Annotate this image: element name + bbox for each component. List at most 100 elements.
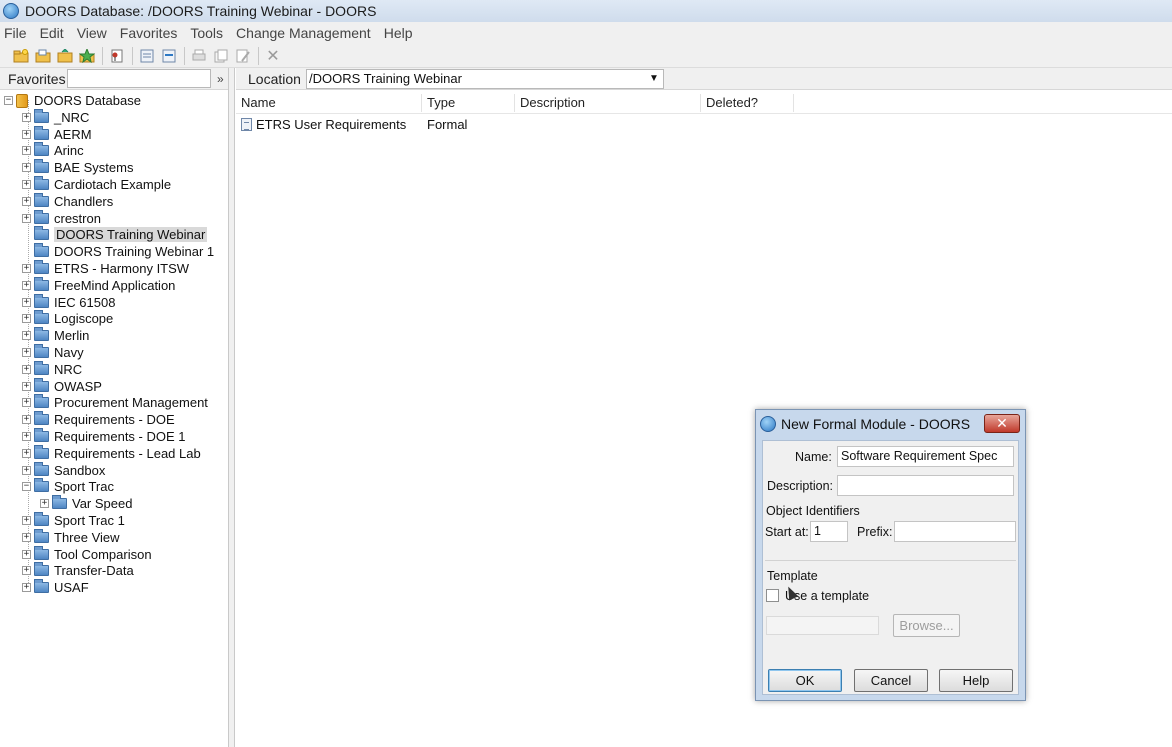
expand-icon[interactable]: + [22,566,31,576]
expand-icon[interactable]: + [22,381,31,391]
menu-edit[interactable]: Edit [40,25,64,41]
tree-item[interactable]: + Cardiotach Example [22,176,171,193]
tree-item[interactable]: + NRC [22,360,82,378]
expand-icon[interactable]: + [22,112,31,122]
tree-item[interactable]: DOORS Training Webinar [22,226,208,243]
expand-icon[interactable]: + [22,432,31,441]
tree-item[interactable]: + FreeMind Application [22,276,175,294]
toolbar-separator [132,46,133,65]
tree-item[interactable]: + AERM [22,125,92,143]
expand-icon[interactable]: + [22,297,31,307]
menu-change-management[interactable]: Change Management [236,25,371,41]
expand-icon[interactable]: + [22,364,31,374]
expand-icon[interactable]: + [22,264,31,273]
tree-item[interactable]: + USAF [22,579,89,596]
table-row[interactable]: ETRS User Requirements Formal [236,114,1172,134]
menu-favorites[interactable]: Favorites [120,25,178,41]
close-button[interactable]: ✕ [984,414,1020,433]
expand-icon[interactable]: + [22,549,31,559]
browse-button[interactable]: Browse... [893,614,960,637]
link-module-icon[interactable] [160,47,178,65]
tree-item[interactable]: + BAE Systems [22,159,133,176]
tree-item[interactable]: − Sport Trac [22,478,114,495]
tree-item[interactable]: + Tool Comparison [22,545,152,563]
expand-icon[interactable]: + [22,180,31,189]
expand-icon[interactable]: + [22,163,31,173]
tree-item[interactable]: + Logiscope [22,310,113,327]
tree-item[interactable]: + Sport Trac 1 [22,512,125,529]
tree-item[interactable]: + Three View [22,528,120,546]
collapse-icon[interactable]: − [22,482,31,492]
tree-item[interactable]: + Chandlers [22,192,113,210]
help-button[interactable]: Help [939,669,1013,692]
expand-icon[interactable]: + [22,146,31,156]
expand-icon[interactable]: + [22,196,31,206]
new-module-icon[interactable] [138,47,156,65]
expand-icon[interactable]: + [22,331,31,341]
tree-item[interactable]: + crestron [22,209,101,227]
tree-item[interactable]: + Navy [22,344,84,361]
expand-icon[interactable]: + [22,398,31,408]
tree-item[interactable]: + _NRC [22,108,89,126]
location-combobox[interactable]: /DOORS Training Webinar ▼ [306,68,664,89]
column-header-description[interactable]: Description [515,93,701,112]
collapse-icon[interactable]: − [4,96,13,105]
tree-item-label: BAE Systems [54,160,134,176]
tree-item[interactable]: + Requirements - DOE 1 [22,428,186,445]
tree-item[interactable]: + Merlin [22,327,89,344]
expand-icon[interactable]: + [22,129,31,139]
tree-item[interactable]: + Arinc [22,142,84,159]
expand-icon[interactable]: + [22,314,31,324]
expand-icon[interactable]: + [22,415,31,425]
menu-help[interactable]: Help [384,25,413,41]
copy-icon[interactable] [212,47,230,65]
expand-icon[interactable]: + [22,532,31,542]
column-header-type[interactable]: Type [422,93,515,112]
use-template-checkbox[interactable] [766,589,779,602]
favorites-bar: Favorites » [0,68,228,90]
tree-item[interactable]: + Sandbox [22,461,105,479]
favorites-dropdown[interactable] [67,69,211,88]
delete-icon[interactable]: ✕ [264,47,282,65]
tree-item[interactable]: + Requirements - Lead Lab [22,444,201,462]
tree-root[interactable]: − DOORS Database [4,92,141,109]
menu-tools[interactable]: Tools [190,25,223,41]
tree-item[interactable]: + Procurement Management [22,394,208,411]
tree-item[interactable]: + Requirements - DOE [22,411,175,428]
tree-item-label: AERM [54,126,92,142]
panel-splitter[interactable] [229,68,235,747]
properties-icon[interactable] [108,47,126,65]
description-field[interactable] [837,475,1014,496]
tree-item[interactable]: DOORS Training Webinar 1 [22,243,214,260]
column-header-name[interactable]: Name [236,93,422,112]
favorite-icon[interactable] [78,47,96,65]
start-at-field[interactable]: 1 [810,521,848,542]
tree-item[interactable]: + OWASP [22,377,102,395]
tree-item[interactable]: + Transfer-Data [22,562,134,579]
new-project-icon[interactable] [34,47,52,65]
expand-icon[interactable]: + [22,280,31,290]
favorites-more-button[interactable]: » [217,72,224,86]
ok-button[interactable]: OK [768,669,842,692]
edit-icon[interactable] [234,47,252,65]
menu-view[interactable]: View [77,25,107,41]
expand-icon[interactable]: + [40,499,49,509]
tree-item[interactable]: + Var Speed [40,495,132,512]
column-header-deleted[interactable]: Deleted? [701,93,794,112]
tree-item[interactable]: + IEC 61508 [22,293,115,311]
prefix-field[interactable] [894,521,1016,542]
open-folder-icon[interactable] [56,47,74,65]
expand-icon[interactable]: + [22,448,31,458]
tree-item[interactable]: + ETRS - Harmony ITSW [22,260,189,277]
expand-icon[interactable]: + [22,516,31,525]
expand-icon[interactable]: + [22,465,31,475]
menu-file[interactable]: File [4,25,27,41]
expand-icon[interactable]: + [22,583,31,593]
cancel-button[interactable]: Cancel [854,669,928,692]
new-folder-icon[interactable] [12,47,30,65]
print-icon[interactable] [190,47,208,65]
name-field[interactable]: Software Requirement Spec [837,446,1014,467]
expand-icon[interactable]: + [22,213,31,223]
chevron-down-icon[interactable]: ▼ [645,73,663,84]
expand-icon[interactable]: + [22,348,31,357]
